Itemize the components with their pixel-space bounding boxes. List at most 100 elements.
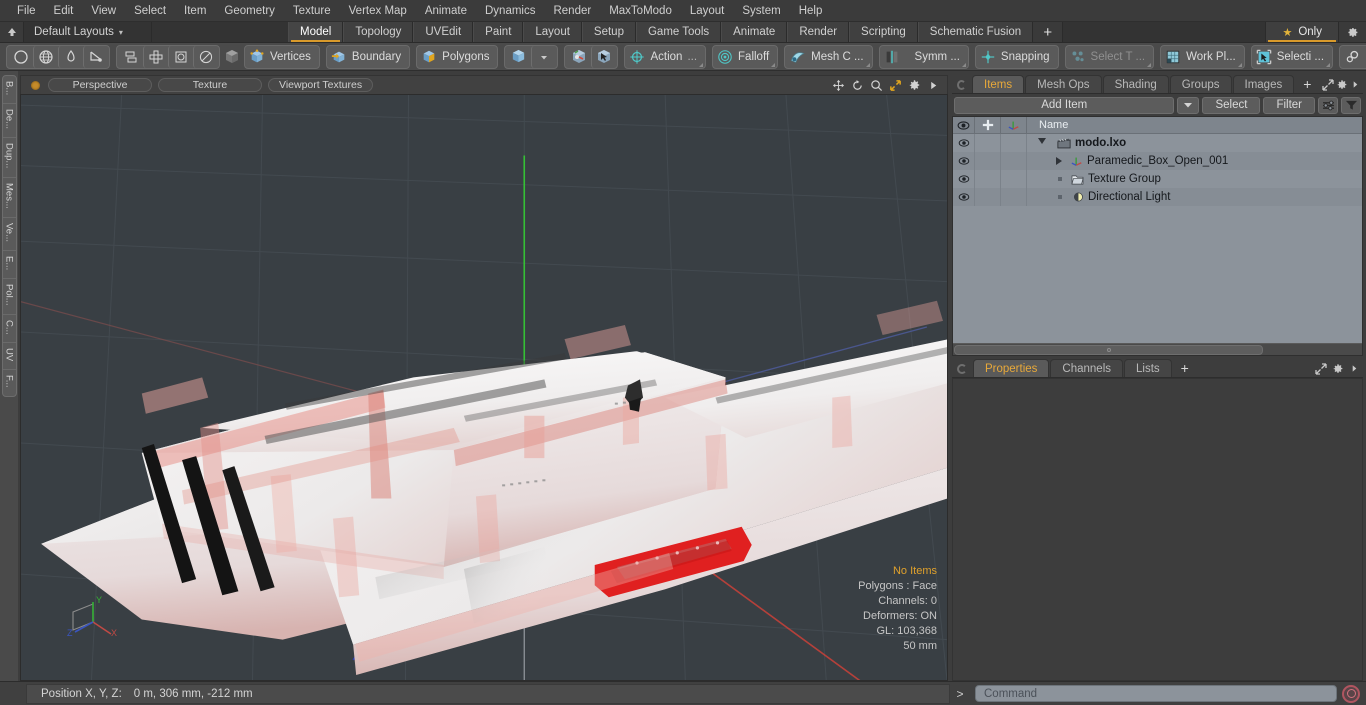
layout-tab-game-tools[interactable]: Game Tools: [635, 22, 722, 42]
left-tab-uv[interactable]: UV: [2, 343, 16, 371]
tab-mesh-ops[interactable]: Mesh Ops: [1025, 75, 1102, 93]
cube-gray-icon[interactable]: [223, 46, 241, 68]
command-input[interactable]: Command: [975, 685, 1337, 702]
globe-icon[interactable]: [33, 45, 58, 68]
chevron-right-icon[interactable]: [1346, 360, 1363, 377]
menu-item-item[interactable]: Item: [175, 1, 215, 21]
table-row[interactable]: modo.lxo: [953, 134, 1362, 152]
curve-icon[interactable]: [83, 45, 108, 68]
paramedic-box-model[interactable]: [21, 95, 947, 680]
properties-panel-menu-dot[interactable]: [957, 364, 967, 374]
layout-tab-setup[interactable]: Setup: [581, 22, 636, 42]
left-tab-edge[interactable]: E...: [2, 251, 16, 279]
tab-channels[interactable]: Channels: [1050, 359, 1124, 377]
layout-tab-animate[interactable]: Animate: [721, 22, 788, 42]
left-tab-curve[interactable]: C...: [2, 315, 16, 344]
action-center-button[interactable]: Action ...: [624, 44, 707, 69]
row-lock-cell[interactable]: [975, 152, 1001, 170]
chevron-right-icon[interactable]: [1349, 76, 1363, 93]
row-lock-cell[interactable]: [975, 170, 1001, 188]
add-item-button[interactable]: Add Item: [954, 96, 1175, 114]
mesh-constraint-button[interactable]: Mesh C ...: [784, 44, 873, 69]
table-row[interactable]: Texture Group: [953, 170, 1362, 188]
row-name-cell[interactable]: Directional Light: [1027, 191, 1362, 203]
row-visibility-icon[interactable]: [953, 134, 975, 152]
symmetry-button[interactable]: Symm ...: [878, 44, 969, 69]
selection-mode-boundary[interactable]: Boundary: [325, 44, 411, 69]
tab-images[interactable]: Images: [1232, 75, 1295, 93]
row-visibility-icon[interactable]: [953, 188, 975, 206]
row-lock-cell[interactable]: [975, 188, 1001, 206]
row-name-cell[interactable]: modo.lxo: [1027, 137, 1362, 149]
kits-button[interactable]: Kits: [1339, 44, 1366, 69]
left-tab-duplicate[interactable]: Dup...: [2, 138, 16, 178]
scrollbar-thumb[interactable]: [954, 344, 1264, 355]
tab-groups[interactable]: Groups: [1169, 75, 1232, 93]
left-tab-basic[interactable]: B...: [2, 76, 16, 105]
row-name-cell[interactable]: Paramedic_Box_Open_001: [1027, 155, 1362, 167]
square-circle-icon[interactable]: [168, 45, 193, 68]
add-layout-tab-button[interactable]: +: [1033, 22, 1064, 42]
layout-tab-scripting[interactable]: Scripting: [849, 22, 918, 42]
expand-icon[interactable]: [1320, 76, 1334, 93]
filter-button[interactable]: Filter: [1263, 96, 1315, 114]
selection-mode-vertices[interactable]: Vertices: [244, 44, 320, 69]
gear-icon[interactable]: [905, 77, 924, 94]
layout-tab-layout[interactable]: Layout: [523, 22, 582, 42]
menu-item-help[interactable]: Help: [790, 1, 832, 21]
menu-item-geometry[interactable]: Geometry: [215, 1, 284, 21]
add-properties-tab-button[interactable]: +: [1173, 359, 1197, 377]
add-item-dropdown[interactable]: [1177, 96, 1200, 114]
menu-item-system[interactable]: System: [733, 1, 789, 21]
viewport-3d[interactable]: No Items Polygons : Face Channels: 0 Def…: [20, 94, 948, 681]
mesh-paint-icon[interactable]: [566, 46, 591, 68]
default-layouts-dropdown[interactable]: Default Layouts ▾: [24, 22, 152, 42]
item-tree[interactable]: Name modo.lxo Paramedic_Box_Open_001 Tex…: [952, 116, 1363, 356]
circle-icon[interactable]: [8, 46, 33, 68]
left-tab-mesh-edit[interactable]: Mes...: [2, 178, 16, 218]
menu-item-vertex-map[interactable]: Vertex Map: [340, 1, 416, 21]
gear-icon[interactable]: [1338, 22, 1366, 42]
layout-tab-schematic-fusion[interactable]: Schematic Fusion: [917, 22, 1034, 42]
menu-item-texture[interactable]: Texture: [284, 1, 340, 21]
menu-item-file[interactable]: File: [8, 1, 45, 21]
viewport-menu-dot[interactable]: [31, 80, 40, 90]
tab-lists[interactable]: Lists: [1124, 359, 1172, 377]
falloff-button[interactable]: Falloff: [712, 44, 779, 69]
row-axis-cell[interactable]: [1001, 188, 1027, 206]
mesh-select-icon[interactable]: [591, 45, 616, 68]
viewport-shading-dropdown[interactable]: Texture: [158, 78, 262, 92]
layout-tab-topology[interactable]: Topology: [343, 22, 414, 42]
menu-item-maxtomodo[interactable]: MaxToModo: [600, 1, 681, 21]
record-icon[interactable]: [1342, 684, 1360, 703]
expander-scene[interactable]: [1031, 138, 1053, 148]
cube-blue-icon[interactable]: [506, 46, 531, 68]
menu-item-dynamics[interactable]: Dynamics: [476, 1, 544, 21]
viewport-projection-dropdown[interactable]: Perspective: [48, 78, 152, 92]
funnel-icon[interactable]: [1341, 96, 1361, 114]
add-panel-tab-button[interactable]: +: [1295, 75, 1319, 93]
table-row[interactable]: Paramedic_Box_Open_001: [953, 152, 1362, 170]
row-name-cell[interactable]: Texture Group: [1027, 173, 1362, 185]
fit-icon[interactable]: [886, 77, 905, 94]
ellipse-icon[interactable]: [193, 45, 218, 68]
row-visibility-icon[interactable]: [953, 152, 975, 170]
column-lock-icon[interactable]: [975, 117, 1001, 133]
select-button[interactable]: Select: [1202, 96, 1261, 114]
expander-mesh[interactable]: [1031, 157, 1065, 165]
left-tab-polygon[interactable]: Pol...: [2, 279, 16, 315]
align-icon[interactable]: [118, 46, 143, 68]
item-tree-hscrollbar[interactable]: [953, 343, 1362, 355]
menu-item-select[interactable]: Select: [125, 1, 175, 21]
center-icon[interactable]: [143, 45, 168, 68]
menu-item-layout[interactable]: Layout: [681, 1, 734, 21]
play-icon[interactable]: [924, 77, 943, 94]
pan-icon[interactable]: [829, 77, 848, 94]
expand-icon[interactable]: [1312, 360, 1329, 377]
row-axis-cell[interactable]: [1001, 170, 1027, 188]
gear-icon[interactable]: [1329, 360, 1346, 377]
table-row[interactable]: Directional Light: [953, 188, 1362, 206]
home-arrow-icon[interactable]: [0, 22, 24, 42]
column-axis-icon[interactable]: [1001, 117, 1027, 133]
viewport-textures-dropdown[interactable]: Viewport Textures: [268, 78, 374, 92]
